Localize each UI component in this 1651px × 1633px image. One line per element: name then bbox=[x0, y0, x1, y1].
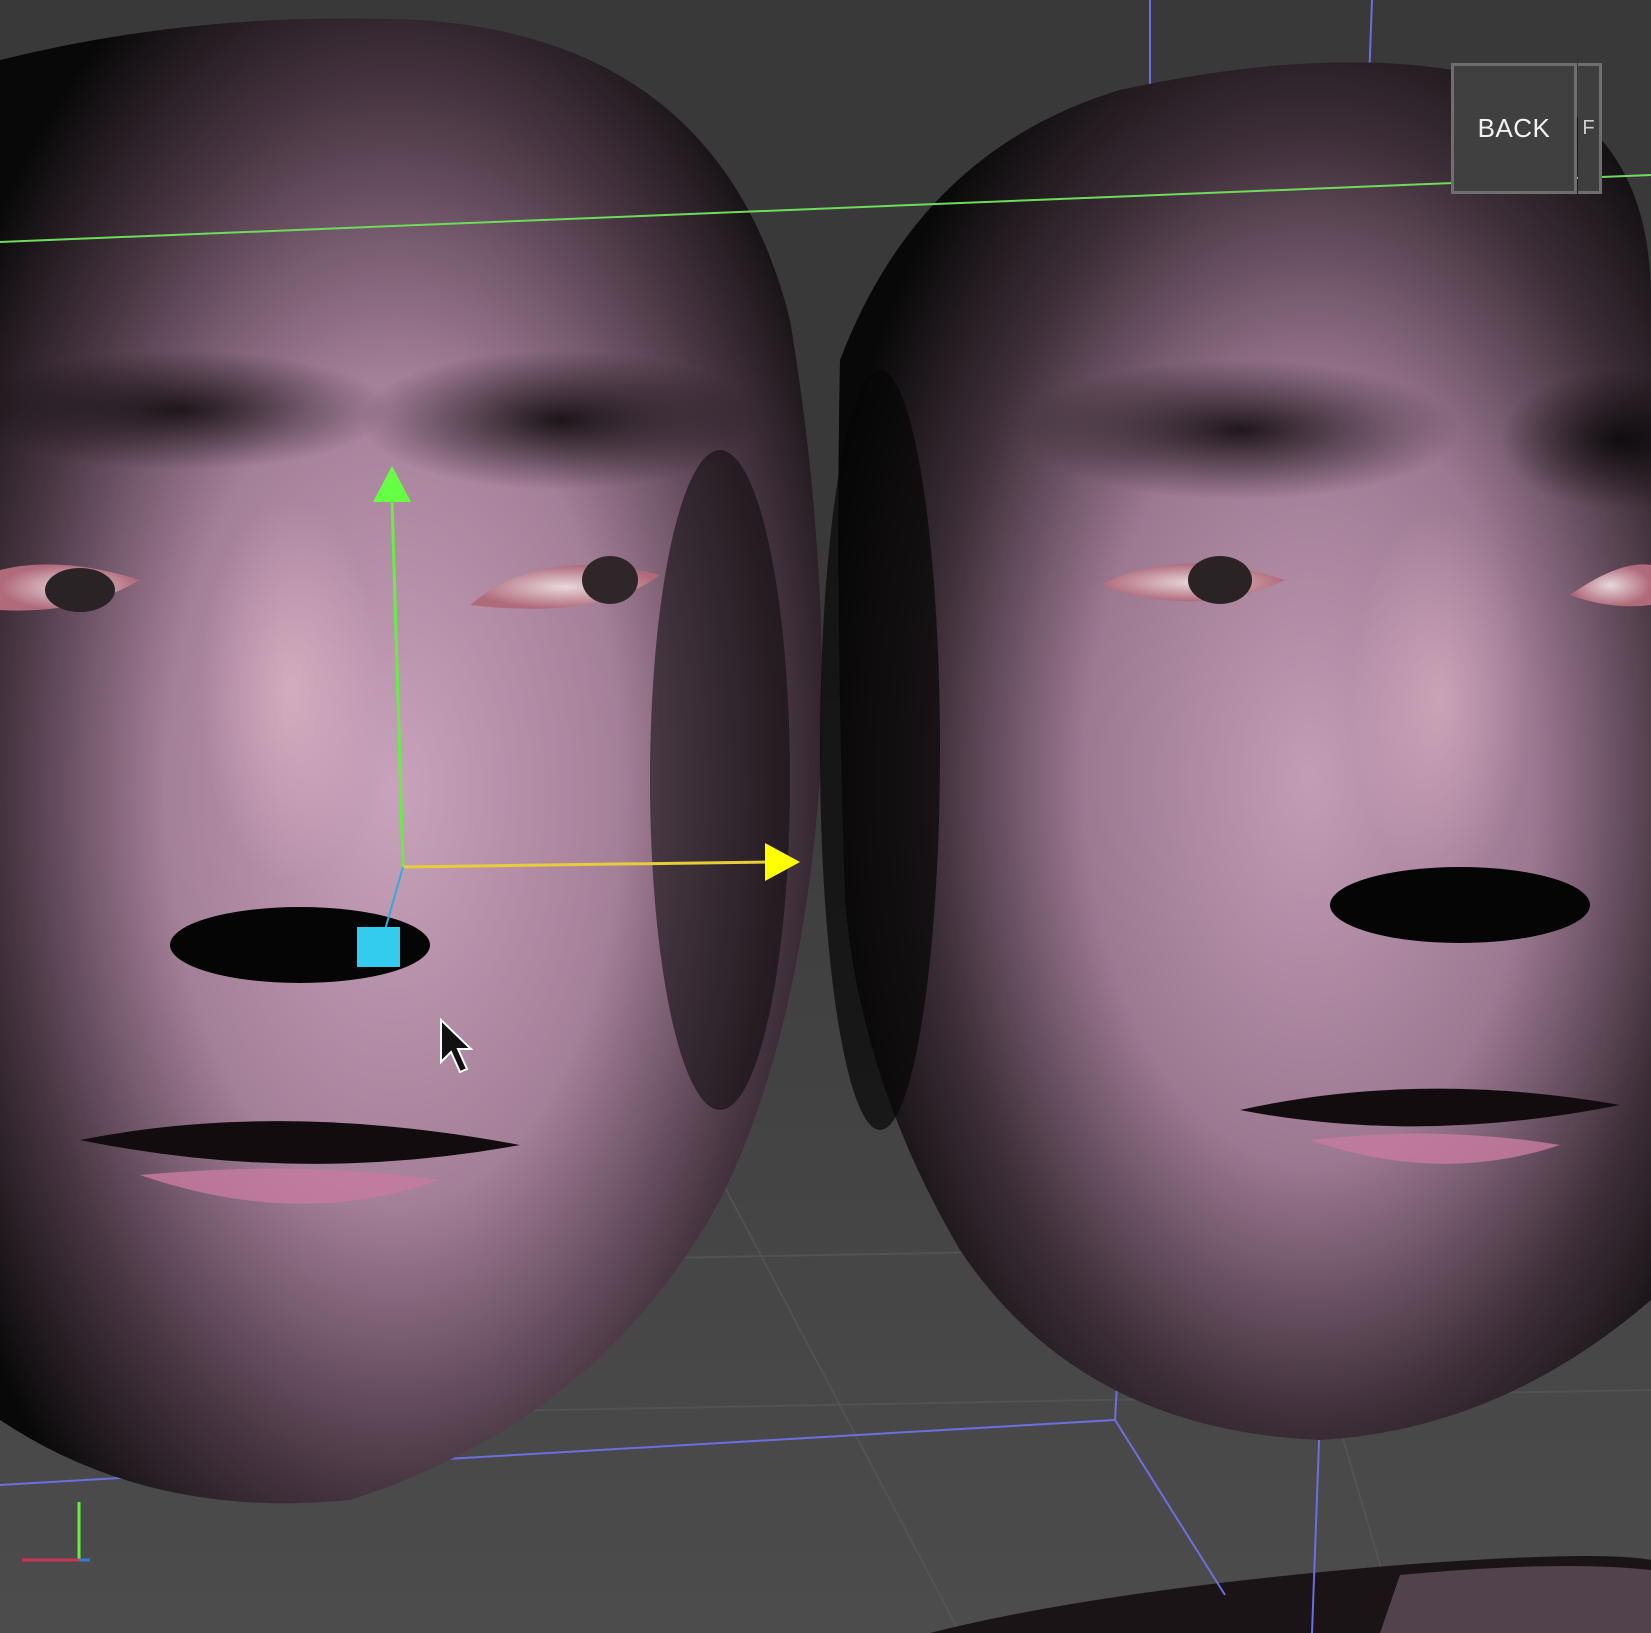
3d-viewport[interactable]: BACK F bbox=[0, 0, 1651, 1633]
next-tab-button[interactable]: F bbox=[1578, 63, 1602, 194]
back-button[interactable]: BACK bbox=[1451, 63, 1577, 194]
partial-mesh-highlight bbox=[1380, 1566, 1651, 1633]
viewport-scene bbox=[0, 0, 1651, 1633]
gizmo-z-handle[interactable] bbox=[357, 927, 400, 967]
